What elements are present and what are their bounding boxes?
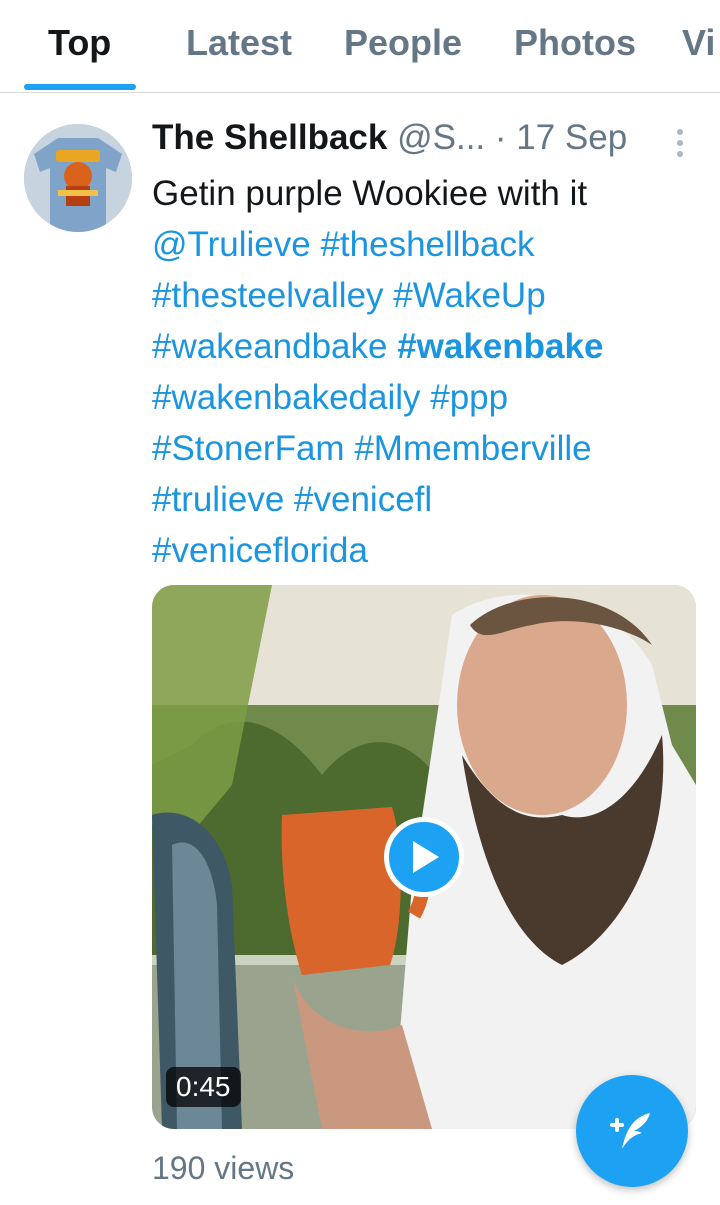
tab-top[interactable]: Top [48,22,111,64]
play-button[interactable] [384,817,464,897]
avatar-image [24,124,132,232]
hashtag-link[interactable]: #thesteelvalley [152,276,384,315]
mention-link[interactable]: @Trulieve [152,225,311,264]
hashtag-link[interactable]: #Mmemberville [354,429,591,468]
tweet-timestamp[interactable]: · 17 Sep [495,118,627,157]
view-count: 190 views [152,1150,295,1186]
hashtag-link[interactable]: #wakeandbake [152,327,387,366]
tab-people[interactable]: People [344,22,462,64]
tab-videos[interactable]: Vi [682,22,715,64]
hashtag-link[interactable]: #veniceflorida [152,531,368,570]
tweet-text-line: Getin purple Wookiee with it [152,174,588,213]
hashtag-link[interactable]: #theshellback [320,225,534,264]
active-tab-indicator [24,84,136,90]
play-icon [413,841,439,873]
avatar[interactable] [24,124,132,232]
author-name[interactable]: The Shellback [152,118,387,157]
video-player[interactable]: 0:45 [152,585,696,1129]
tab-latest[interactable]: Latest [186,22,292,64]
search-tabs: Top Latest People Photos Vi [0,0,720,93]
hashtag-link[interactable]: #ppp [430,378,508,417]
hashtag-link[interactable]: #StonerFam [152,429,345,468]
vertical-ellipsis-icon[interactable] [668,126,692,158]
hashtag-link[interactable]: #wakenbakedaily [152,378,421,417]
tweet-text: Getin purple Wookiee with it @Trulieve #… [152,168,672,576]
hashtag-link[interactable]: #trulieve [152,480,284,519]
video-duration-badge: 0:45 [166,1067,241,1107]
hashtag-link[interactable]: #venicefl [294,480,432,519]
hashtag-link[interactable]: #WakeUp [393,276,545,315]
tweet-header: The Shellback @S... · 17 Sep [152,118,692,166]
compose-tweet-button[interactable] [576,1075,688,1187]
hashtag-link-search-term[interactable]: #wakenbake [397,327,603,366]
compose-tweet-icon [610,1113,650,1149]
tab-photos[interactable]: Photos [514,22,636,64]
author-handle[interactable]: @S... [397,118,485,157]
